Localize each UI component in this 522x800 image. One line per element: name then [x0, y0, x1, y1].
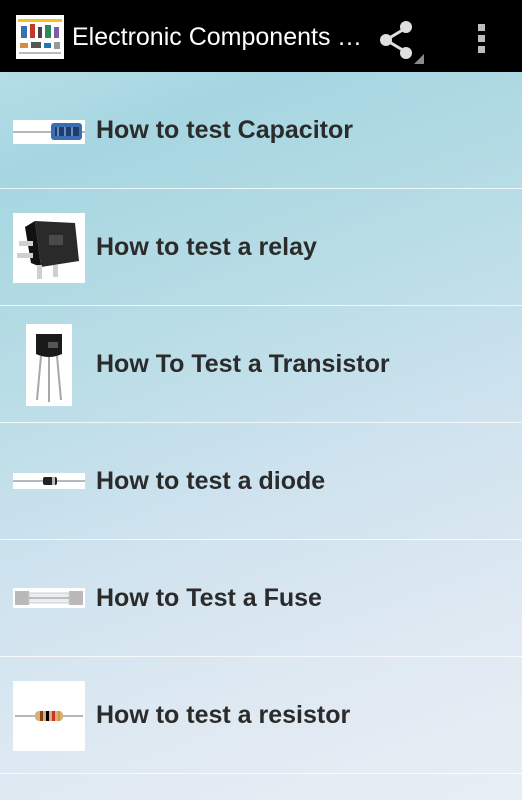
- list-item-resistor[interactable]: How to test a resistor: [0, 657, 522, 774]
- app-icon[interactable]: [16, 15, 64, 59]
- list-item-relay[interactable]: How to test a relay: [0, 189, 522, 306]
- diode-thumbnail: [13, 473, 85, 489]
- item-label: How to test a resistor: [96, 701, 351, 729]
- share-button[interactable]: [374, 14, 426, 66]
- app-title: Electronic Components Tester: [72, 23, 362, 51]
- overflow-menu-icon: [478, 24, 485, 53]
- item-label: How to test a diode: [96, 467, 326, 495]
- capacitor-thumbnail: [13, 120, 85, 144]
- list-item-fuse[interactable]: How to Test a Fuse: [0, 540, 522, 657]
- fuse-thumbnail: [13, 588, 85, 608]
- overflow-menu-button[interactable]: [462, 14, 502, 62]
- component-list: How to test Capacitor How to test a rela…: [0, 72, 522, 774]
- item-label: How to test Capacitor: [96, 116, 353, 144]
- action-bar: Electronic Components Tester: [0, 0, 522, 72]
- list-item-diode[interactable]: How to test a diode: [0, 423, 522, 540]
- transistor-thumbnail: [26, 324, 72, 406]
- item-label: How to test a relay: [96, 233, 317, 261]
- resistor-thumbnail: [13, 681, 85, 751]
- list-item-transistor[interactable]: How To Test a Transistor: [0, 306, 522, 423]
- list-item-capacitor[interactable]: How to test Capacitor: [0, 72, 522, 189]
- relay-thumbnail: [13, 213, 85, 283]
- share-icon: [380, 21, 424, 64]
- item-label: How To Test a Transistor: [96, 350, 390, 378]
- item-label: How to Test a Fuse: [96, 584, 322, 612]
